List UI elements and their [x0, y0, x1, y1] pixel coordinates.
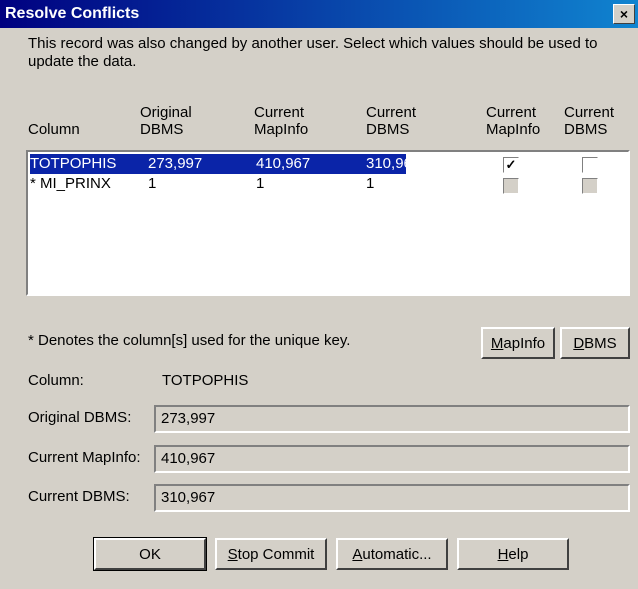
header-original-dbms-line1: Original	[140, 104, 192, 121]
automatic-button[interactable]: Automatic...	[336, 538, 448, 570]
help-button[interactable]: Help	[457, 538, 569, 570]
stop-commit-button[interactable]: Stop Commit	[215, 538, 327, 570]
header-chk-current-dbms: Current DBMS	[564, 104, 614, 138]
current-mapinfo-label: Current MapInfo:	[28, 449, 141, 466]
intro-text: This record was also changed by another …	[28, 35, 598, 70]
close-button[interactable]: ×	[613, 4, 635, 24]
mapinfo-button[interactable]: MapInfo	[481, 327, 555, 359]
column-value: TOTPOPHIS	[162, 372, 249, 389]
use-mapinfo-checkbox	[503, 178, 519, 194]
automatic-post: utomatic...	[362, 546, 432, 563]
help-mnemonic: H	[497, 546, 509, 563]
header-current-mapinfo-line1: Current	[254, 104, 305, 121]
column-label: Column:	[28, 372, 84, 389]
header-chk-mapinfo-line2: MapInfo	[486, 121, 541, 138]
cell-current-mapinfo: 410,967	[256, 155, 311, 172]
dbms-button-post: BMS	[584, 335, 617, 352]
help-post: elp	[508, 546, 529, 563]
header-current-dbms-line2: DBMS	[366, 121, 410, 138]
conflict-list[interactable]: TOTPOPHIS 273,997 410,967 310,967 ✓ * MI…	[26, 150, 630, 296]
table-row[interactable]: TOTPOPHIS 273,997 410,967 310,967	[30, 154, 420, 174]
header-current-dbms: Current DBMS	[366, 104, 416, 138]
table-row[interactable]: * MI_PRINX 1 1 1	[30, 174, 406, 194]
resolve-conflicts-dialog: Resolve Conflicts × This record was also…	[0, 0, 638, 589]
use-dbms-checkbox[interactable]	[582, 157, 598, 173]
use-mapinfo-checkbox[interactable]: ✓	[503, 157, 519, 173]
header-chk-dbms-line2: DBMS	[564, 121, 608, 138]
header-chk-mapinfo-line1: Current	[486, 104, 537, 121]
current-mapinfo-field: 410,967	[154, 445, 630, 473]
cell-original-dbms: 273,997	[148, 155, 203, 172]
header-original-dbms: Original DBMS	[140, 104, 192, 138]
stop-commit-mnemonic: S	[227, 546, 238, 563]
current-dbms-field: 310,967	[154, 484, 630, 512]
mapinfo-button-post: apInfo	[503, 335, 546, 352]
dbms-button[interactable]: DBMS	[560, 327, 630, 359]
automatic-mnemonic: A	[352, 546, 363, 563]
cell-column: TOTPOPHIS	[30, 155, 117, 172]
window-title: Resolve Conflicts	[5, 5, 140, 22]
header-current-mapinfo: Current MapInfo	[254, 104, 308, 138]
ok-button[interactable]: OK	[93, 537, 207, 571]
header-chk-current-mapinfo: Current MapInfo	[486, 104, 540, 138]
mapinfo-button-mnemonic: M	[490, 335, 504, 352]
use-dbms-checkbox	[582, 178, 598, 194]
header-chk-dbms-line1: Current	[564, 104, 615, 121]
cell-current-dbms: 1	[366, 175, 375, 192]
current-dbms-label: Current DBMS:	[28, 488, 130, 505]
original-dbms-field: 273,997	[154, 405, 630, 433]
unique-key-note: * Denotes the column[s] used for the uni…	[28, 332, 351, 349]
cell-current-mapinfo: 1	[256, 175, 265, 192]
cell-original-dbms: 1	[148, 175, 157, 192]
dbms-button-mnemonic: D	[573, 335, 585, 352]
header-current-mapinfo-line2: MapInfo	[254, 121, 309, 138]
title-bar: Resolve Conflicts ×	[0, 0, 638, 28]
header-original-dbms-line2: DBMS	[140, 121, 184, 138]
original-dbms-label: Original DBMS:	[28, 409, 132, 426]
header-current-dbms-line1: Current	[366, 104, 417, 121]
stop-commit-post: top Commit	[237, 546, 315, 563]
cell-column: * MI_PRINX	[30, 175, 111, 192]
header-column: Column	[28, 121, 80, 138]
cell-current-dbms: 310,967	[366, 155, 421, 172]
